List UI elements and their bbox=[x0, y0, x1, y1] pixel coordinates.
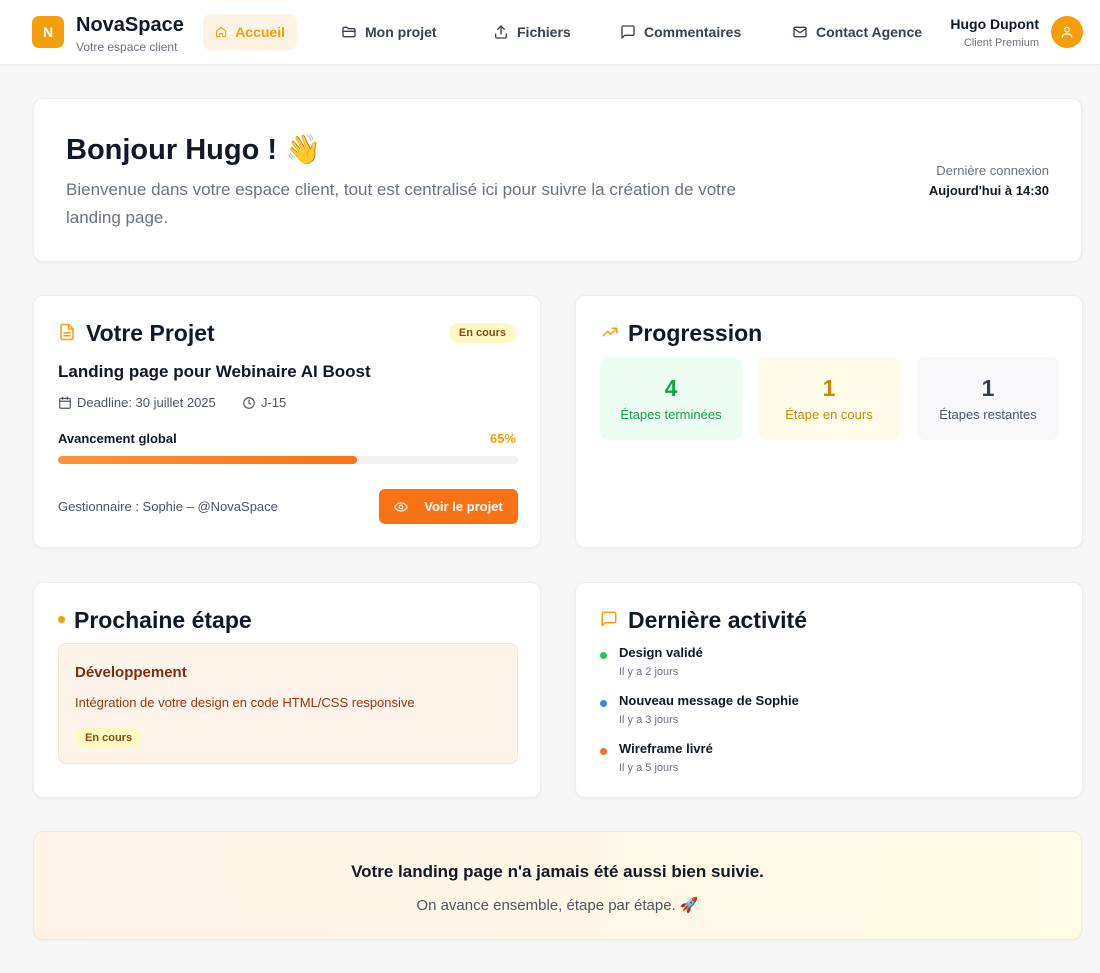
nav-label: Commentaires bbox=[644, 24, 742, 40]
activity-title: Wireframe livré bbox=[619, 741, 713, 756]
top-header: N NovaSpace Votre espace client Accueil … bbox=[0, 0, 1100, 65]
stat-label: Étapes restantes bbox=[939, 407, 1037, 422]
welcome-text: Bienvenue dans votre espace client, tout… bbox=[66, 180, 736, 227]
progression-card-title: Progression bbox=[628, 320, 763, 346]
last-login-label: Dernière connexion bbox=[936, 163, 1049, 178]
stat-value: 1 bbox=[822, 375, 836, 401]
stat-remaining: 1 Étapes restantes bbox=[917, 357, 1059, 440]
status-badge: En cours bbox=[448, 323, 516, 343]
message-icon bbox=[601, 611, 617, 627]
status-badge: En cours bbox=[75, 728, 143, 748]
nav-item-mon-projet[interactable]: Mon projet bbox=[329, 14, 449, 50]
banner-subtitle: On avance ensemble, étape par étape. 🚀 bbox=[416, 897, 699, 914]
project-deadline: Deadline: 30 juillet 2025 bbox=[58, 395, 216, 410]
stat-in-progress: 1 Étape en cours bbox=[758, 357, 900, 440]
activity-time: Il y a 5 jours bbox=[619, 762, 679, 774]
nav-label: Fichiers bbox=[517, 24, 571, 40]
next-step-title: Développement bbox=[75, 664, 187, 681]
next-step-card-title: Prochaine étape bbox=[74, 607, 252, 633]
progress-bar-fill bbox=[58, 456, 357, 464]
brand-logo[interactable]: N bbox=[32, 16, 64, 48]
nav-item-fichiers[interactable]: Fichiers bbox=[481, 14, 583, 50]
status-dot bbox=[600, 748, 607, 755]
stat-value: 4 bbox=[664, 375, 678, 401]
eye-icon bbox=[394, 501, 409, 512]
stat-label: Étapes terminées bbox=[620, 407, 722, 422]
nav-label: Mon projet bbox=[365, 24, 437, 40]
activity-card-title: Dernière activité bbox=[628, 607, 807, 633]
activity-title: Design validé bbox=[619, 645, 703, 660]
next-step-box: Développement Intégration de votre desig… bbox=[58, 643, 518, 764]
project-name: Landing page pour Webinaire AI Boost bbox=[58, 362, 371, 381]
next-step-card: Prochaine étape Développement Intégratio… bbox=[33, 582, 541, 798]
home-icon bbox=[216, 26, 227, 38]
view-project-label: Voir le projet bbox=[424, 499, 503, 514]
stat-completed: 4 Étapes terminées bbox=[600, 357, 742, 440]
folder-icon bbox=[342, 26, 356, 38]
clock-icon bbox=[243, 396, 255, 409]
project-countdown: J-15 bbox=[242, 395, 286, 410]
activity-card: Dernière activité Design validé Il y a 2… bbox=[575, 582, 1083, 798]
nav-label: Accueil bbox=[235, 24, 285, 40]
stat-label: Étape en cours bbox=[785, 407, 873, 422]
project-manager: Gestionnaire : Sophie – @NovaSpace bbox=[58, 499, 278, 514]
user-role: Client Premium bbox=[963, 37, 1039, 49]
project-card: Votre Projet En cours Landing page pour … bbox=[33, 295, 541, 548]
nav-item-commentaires[interactable]: Commentaires bbox=[608, 14, 753, 50]
last-login-value: Aujourd'hui à 14:30 bbox=[928, 183, 1049, 198]
welcome-title: Bonjour Hugo ! 👋 bbox=[66, 134, 322, 166]
project-card-title: Votre Projet bbox=[86, 320, 215, 346]
mail-icon bbox=[793, 26, 807, 38]
banner-title: Votre landing page n'a jamais été aussi … bbox=[351, 862, 764, 881]
progress-label: Avancement global bbox=[58, 431, 177, 446]
welcome-card: Bonjour Hugo ! 👋 Bienvenue dans votre es… bbox=[33, 98, 1082, 262]
upload-icon bbox=[495, 25, 507, 39]
nav-label: Contact Agence bbox=[816, 24, 923, 40]
document-icon bbox=[60, 323, 74, 341]
progress-percent: 65% bbox=[489, 431, 516, 446]
user-icon bbox=[1061, 26, 1073, 38]
brand-name: NovaSpace bbox=[76, 14, 184, 36]
calendar-icon bbox=[59, 396, 71, 409]
view-project-button[interactable]: Voir le projet bbox=[379, 489, 518, 524]
activity-time: Il y a 3 jours bbox=[619, 714, 679, 726]
activity-title: Nouveau message de Sophie bbox=[619, 693, 799, 708]
motivation-banner: Votre landing page n'a jamais été aussi … bbox=[33, 831, 1082, 940]
nav-item-contact-agence[interactable]: Contact Agence bbox=[780, 14, 934, 50]
status-dot bbox=[600, 700, 607, 707]
activity-time: Il y a 2 jours bbox=[619, 666, 679, 678]
deadline-text: Deadline: 30 juillet 2025 bbox=[77, 395, 216, 410]
status-dot bbox=[600, 652, 607, 659]
dot-icon bbox=[58, 616, 65, 623]
brand-subtitle: Votre espace client bbox=[76, 40, 178, 54]
progress-bar bbox=[58, 456, 518, 464]
stat-value: 1 bbox=[981, 375, 995, 401]
avatar[interactable] bbox=[1051, 16, 1083, 48]
progression-card: Progression 4 Étapes terminées 1 Étape e… bbox=[575, 295, 1083, 548]
trending-up-icon bbox=[602, 327, 618, 337]
next-step-description: Intégration de votre design en code HTML… bbox=[75, 695, 415, 710]
message-icon bbox=[621, 25, 635, 39]
user-name: Hugo Dupont bbox=[950, 16, 1039, 32]
countdown-text: J-15 bbox=[261, 395, 287, 410]
nav-item-accueil[interactable]: Accueil bbox=[203, 14, 297, 50]
